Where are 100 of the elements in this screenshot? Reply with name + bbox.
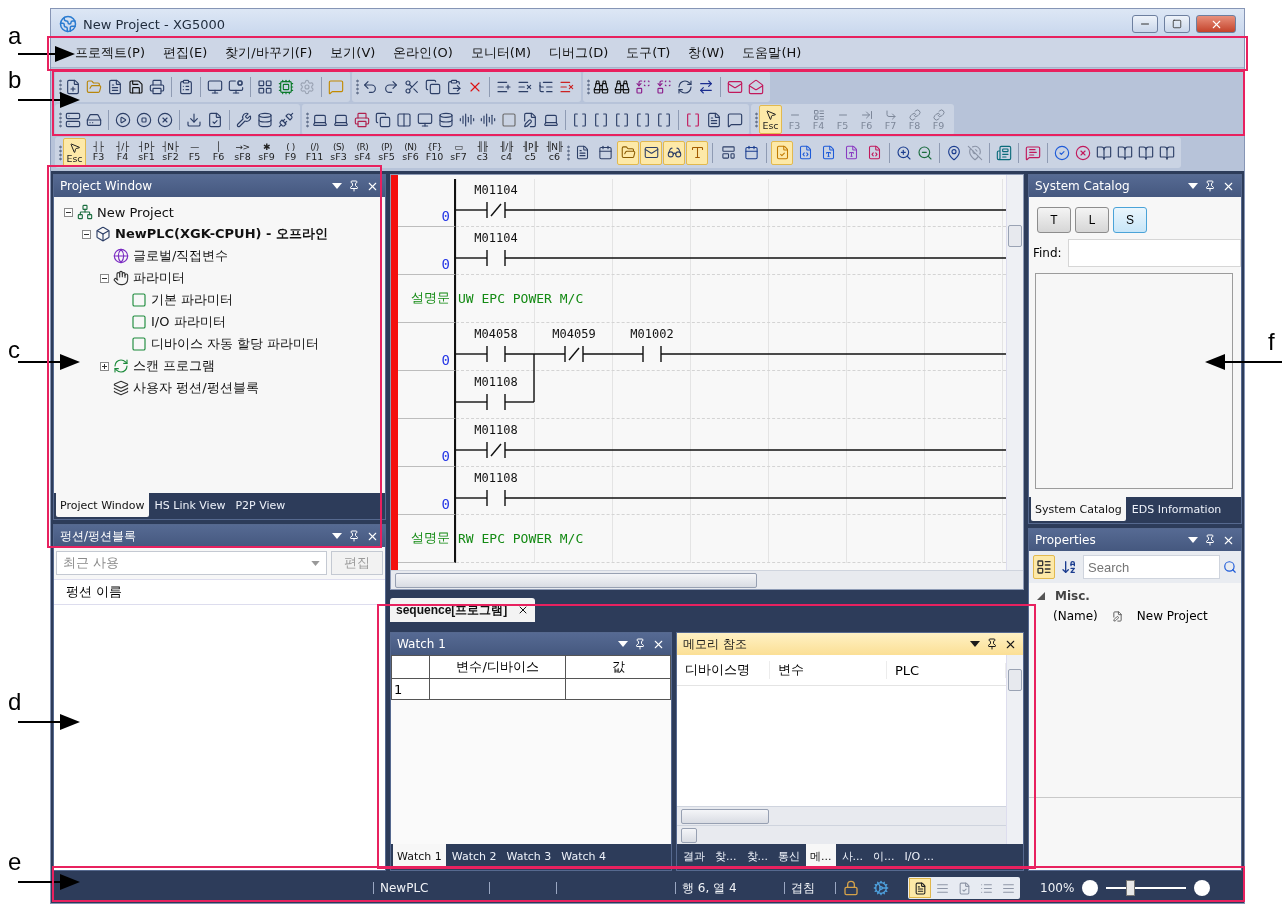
binoculars-icon[interactable] [593, 78, 609, 95]
ladder-key-button[interactable]: ✱ sF9 [255, 138, 278, 167]
ladder-key-button[interactable]: ▭ sF7 [447, 138, 470, 167]
closed-contact-symbol[interactable] [486, 441, 506, 459]
view-button[interactable] [909, 878, 931, 898]
monitor-icon[interactable] [228, 78, 244, 95]
panel-tab[interactable]: 찾... [742, 844, 772, 868]
catalog-filter-button[interactable]: L [1075, 207, 1109, 233]
book-icon[interactable] [1117, 144, 1133, 161]
panel-tab[interactable]: I/O ... [900, 844, 939, 868]
horizontal-scrollbar[interactable] [391, 570, 1023, 589]
toolbar-grip[interactable] [356, 78, 359, 95]
grid-icon[interactable] [257, 78, 273, 95]
ladder-key-button[interactable]: (/) F11 [303, 138, 326, 167]
play-icon[interactable] [115, 111, 131, 128]
tree-item[interactable]: I/O 파라미터 [151, 313, 226, 331]
copy-icon[interactable] [375, 111, 391, 128]
tree-item[interactable]: 사용자 펑션/펑션블록 [133, 379, 259, 397]
menu-item[interactable]: 보기(V) [330, 44, 376, 62]
tree-item[interactable]: NewPLC(XGK-CPUH) - 오프라인 [115, 225, 328, 243]
open-contact-symbol[interactable] [486, 249, 506, 267]
tree-item[interactable]: 스캔 프로그램 [133, 357, 216, 375]
menu-item[interactable]: 찾기/바꾸기(F) [225, 44, 313, 62]
save-icon[interactable] [128, 78, 144, 95]
edit-tool-button[interactable]: Esc [759, 105, 782, 134]
newspaper-icon[interactable] [996, 144, 1012, 161]
open-contact-symbol[interactable] [486, 345, 506, 363]
clipboard-icon[interactable] [178, 78, 194, 95]
tree-item[interactable]: 파라미터 [133, 269, 185, 287]
find-field[interactable] [1067, 239, 1241, 267]
pin-marker-icon[interactable] [946, 144, 962, 161]
search-icon[interactable] [1223, 560, 1237, 574]
close-button[interactable] [1196, 15, 1236, 33]
printer-icon[interactable] [149, 78, 165, 95]
drive-icon[interactable] [86, 111, 102, 128]
cut-icon[interactable] [404, 78, 420, 95]
panel-tab[interactable]: Watch 3 [502, 844, 556, 868]
panel-tab[interactable]: System Catalog [1031, 497, 1126, 521]
ladder-key-button[interactable]: {F} F10 [423, 138, 446, 167]
ladder-key-button[interactable]: (P) sF5 [375, 138, 398, 167]
toggle-button[interactable] [617, 140, 639, 165]
monitor-icon[interactable] [207, 78, 223, 95]
menu-item[interactable]: 디버그(D) [549, 44, 609, 62]
ladder-key-button[interactable]: ╢/╟ c4 [495, 138, 518, 167]
menu-item[interactable]: 편집(E) [163, 44, 208, 62]
book-icon[interactable] [1096, 144, 1112, 161]
menu-item[interactable]: 모니터(M) [470, 44, 532, 62]
stop-icon[interactable] [136, 111, 152, 128]
menu-item[interactable]: 온라인(O) [393, 44, 453, 62]
download-icon[interactable] [186, 111, 202, 128]
slider-thumb[interactable] [1126, 880, 1136, 896]
search-field[interactable]: Search [1083, 555, 1220, 579]
replace-icon[interactable] [635, 78, 651, 95]
ladder-key-button[interactable]: ╢╟ c3 [471, 138, 494, 167]
panel-tab[interactable]: Watch 2 [447, 844, 501, 868]
ladder-key-button[interactable]: (S) sF3 [327, 138, 350, 167]
recent-combo[interactable]: 최근 사용 [56, 551, 327, 575]
ladder-key-button[interactable]: ┤/├ F4 [111, 138, 134, 167]
closed-contact-symbol[interactable] [564, 345, 584, 363]
dropdown-icon[interactable] [332, 533, 342, 539]
minimize-button[interactable] [1132, 15, 1158, 33]
check-circle-icon[interactable] [1054, 144, 1070, 161]
book-icon[interactable] [1159, 144, 1175, 161]
paste-icon[interactable] [446, 78, 462, 95]
panel-tab[interactable]: 찾... [711, 844, 741, 868]
dropdown-icon[interactable] [332, 183, 342, 189]
panel-tab[interactable]: HS Link View [150, 493, 230, 517]
toggle-button[interactable] [640, 140, 662, 165]
pin-icon[interactable] [348, 180, 360, 192]
speech-bubble-icon[interactable] [727, 111, 743, 128]
binoculars-icon[interactable] [614, 78, 630, 95]
toolbar-grip[interactable] [59, 111, 62, 128]
envelope-icon[interactable] [748, 78, 764, 95]
view-mode-button[interactable] [1033, 555, 1055, 579]
toolbar-grip[interactable] [306, 111, 309, 128]
open-contact-symbol[interactable] [486, 489, 506, 507]
pin-icon[interactable] [1204, 180, 1216, 192]
horizontal-scrollbar[interactable] [677, 825, 1006, 844]
toggle-button[interactable] [686, 140, 708, 165]
document-tab[interactable]: sequence[프로그램] [390, 598, 536, 622]
dropdown-icon[interactable] [1188, 183, 1198, 189]
horizontal-scrollbar[interactable] [677, 806, 1006, 825]
toolbar-grip[interactable] [587, 78, 590, 95]
pin-icon[interactable] [986, 638, 998, 650]
vertical-scrollbar[interactable] [1006, 655, 1023, 844]
panel-tab[interactable]: EDS Information [1127, 497, 1226, 521]
property-value[interactable]: New Project [1136, 609, 1208, 623]
file-check-icon[interactable] [207, 111, 223, 128]
monitor-icon[interactable] [417, 111, 433, 128]
catalog-filter-button[interactable]: S [1113, 207, 1147, 233]
tree-item[interactable]: New Project [97, 204, 174, 220]
ladder-key-button[interactable]: ┤N├ sF2 [159, 138, 182, 167]
toolbar-grip[interactable] [567, 144, 570, 161]
ladder-key-button[interactable]: — F5 [183, 138, 206, 167]
open-contact-symbol[interactable] [486, 393, 506, 411]
cancel-icon[interactable] [1075, 144, 1091, 161]
collapse-icon[interactable] [1037, 592, 1045, 600]
dropdown-icon[interactable] [618, 641, 628, 647]
database-icon[interactable] [438, 111, 454, 128]
ladder-key-button[interactable]: (R) sF4 [351, 138, 374, 167]
